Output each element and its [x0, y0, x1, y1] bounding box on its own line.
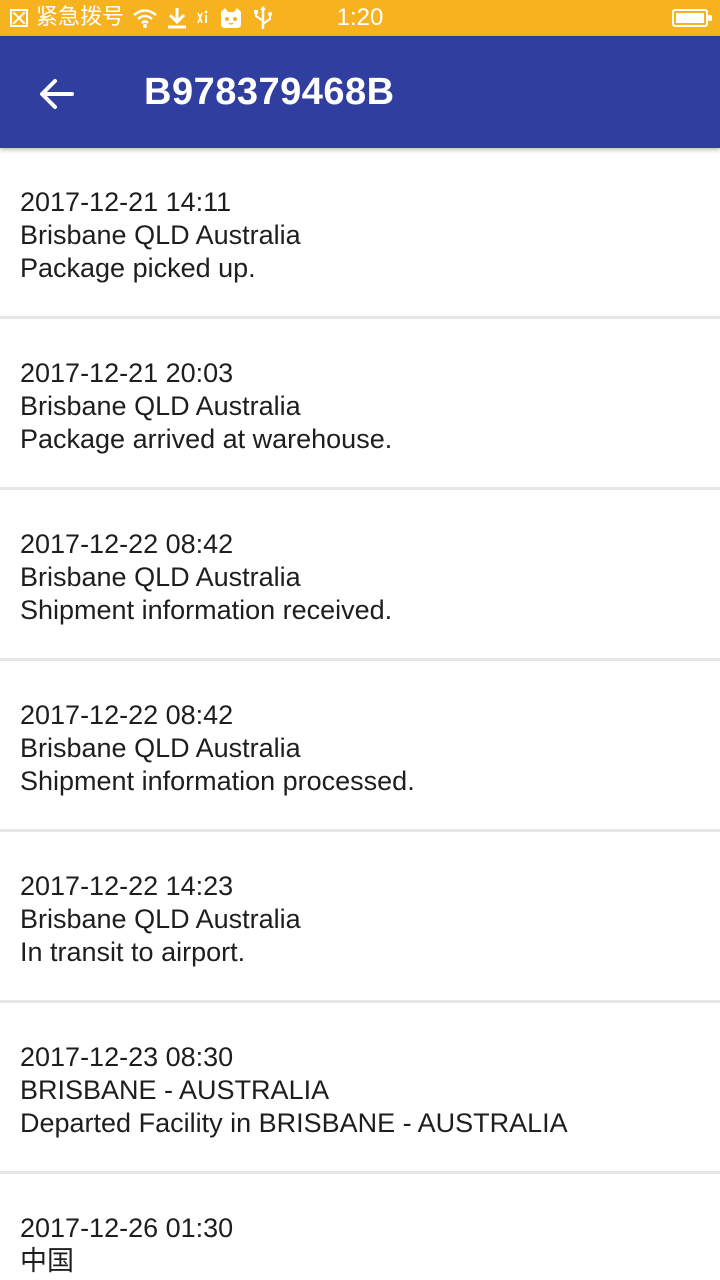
- event-location: Brisbane QLD Australia: [20, 220, 301, 250]
- event-location: Brisbane QLD Australia: [20, 733, 301, 763]
- list-item[interactable]: 2017-12-22 08:42 Brisbane QLD Australia …: [0, 490, 720, 658]
- tracking-event-list: 2017-12-21 14:11 Brisbane QLD Australia …: [0, 148, 720, 1280]
- event-description: Package arrived at warehouse.: [20, 424, 393, 454]
- list-item[interactable]: 2017-12-23 08:30 BRISBANE - AUSTRALIA De…: [0, 1003, 720, 1171]
- list-item[interactable]: 2017-12-21 14:11 Brisbane QLD Australia …: [0, 148, 720, 316]
- event-datetime: 2017-12-22 08:42: [20, 700, 234, 730]
- event-location: Brisbane QLD Australia: [20, 391, 301, 421]
- event-datetime: 2017-12-22 14:23: [20, 871, 234, 901]
- back-button[interactable]: [24, 62, 88, 126]
- clock: 1:20: [336, 4, 384, 31]
- event-description: Package picked up.: [20, 253, 256, 283]
- arrow-left-icon: [40, 79, 74, 109]
- status-bar: 紧急拨号 1:20: [0, 0, 720, 36]
- list-item[interactable]: 2017-12-22 08:42 Brisbane QLD Australia …: [0, 661, 720, 829]
- event-datetime: 2017-12-22 08:42: [20, 529, 234, 559]
- event-description: Departed Facility in BRISBANE - AUSTRALI…: [20, 1108, 568, 1138]
- list-item[interactable]: 2017-12-21 20:03 Brisbane QLD Australia …: [0, 319, 720, 487]
- battery-level: [676, 13, 704, 23]
- event-datetime: 2017-12-26 01:30: [20, 1213, 234, 1243]
- event-datetime: 2017-12-21 20:03: [20, 358, 234, 388]
- event-location: BRISBANE - AUSTRALIA: [20, 1075, 330, 1105]
- event-datetime: 2017-12-23 08:30: [20, 1042, 234, 1072]
- battery-icon: [672, 9, 712, 27]
- event-location: 中国: [20, 1246, 74, 1276]
- event-location: Brisbane QLD Australia: [20, 562, 301, 592]
- event-description: In transit to airport.: [20, 937, 246, 967]
- event-description: Shipment information processed.: [20, 766, 415, 796]
- page-title: B978379468B: [144, 71, 395, 113]
- list-item[interactable]: 2017-12-22 14:23 Brisbane QLD Australia …: [0, 832, 720, 1000]
- event-location: Brisbane QLD Australia: [20, 904, 301, 934]
- battery-tip: [708, 15, 712, 21]
- event-datetime: 2017-12-21 14:11: [20, 187, 232, 217]
- event-description: Shipment information received.: [20, 595, 393, 625]
- app-bar: B978379468B: [0, 36, 720, 148]
- list-item[interactable]: 2017-12-26 01:30 中国: [0, 1174, 720, 1280]
